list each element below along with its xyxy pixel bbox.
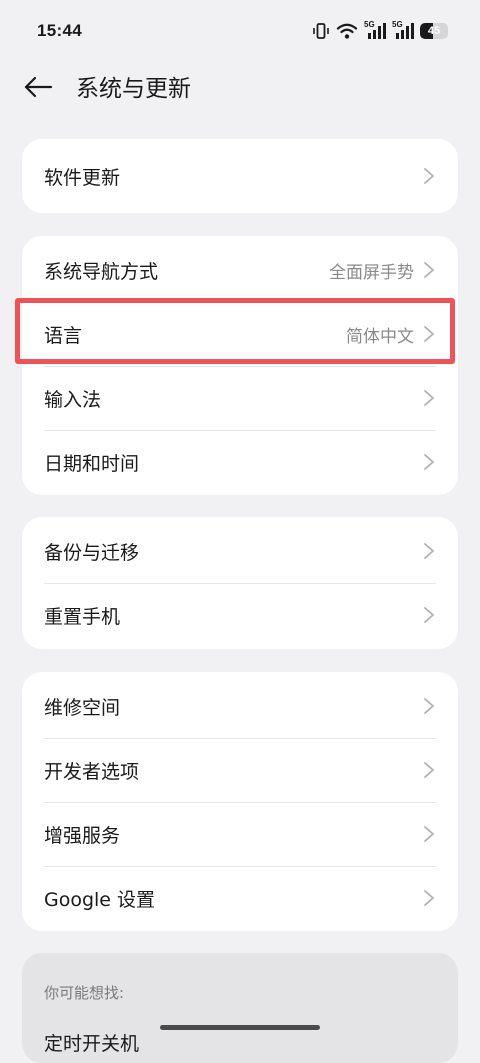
settings-group-backup: 备份与迁移 重置手机 xyxy=(22,517,458,649)
settings-item-label: 维修空间 xyxy=(44,696,121,719)
settings-item-reset-phone[interactable]: 重置手机 xyxy=(22,583,458,647)
chevron-right-icon xyxy=(422,761,436,779)
settings-item-label: 软件更新 xyxy=(44,166,121,189)
vibrate-icon xyxy=(312,22,330,40)
home-indicator[interactable] xyxy=(160,1025,320,1030)
wifi-icon xyxy=(336,22,358,40)
back-arrow-icon xyxy=(23,76,53,102)
chevron-right-icon xyxy=(422,167,436,185)
settings-item-language[interactable]: 语言 简体中文 xyxy=(22,302,458,366)
settings-item-repair-space[interactable]: 维修空间 xyxy=(22,674,458,738)
chevron-right-icon xyxy=(422,453,436,471)
suggestions-card: 你可能想找: 定时开关机 xyxy=(22,953,458,1063)
status-time: 15:44 xyxy=(37,21,82,40)
settings-item-backup-migration[interactable]: 备份与迁移 xyxy=(22,519,458,583)
settings-item-google-settings[interactable]: Google 设置 xyxy=(22,866,458,930)
battery-icon: 45 xyxy=(420,23,448,39)
status-icons: 5G 5G 45 xyxy=(312,20,448,40)
settings-item-value: 简体中文 xyxy=(346,326,414,347)
settings-item-label: Google 设置 xyxy=(44,888,156,911)
battery-level: 45 xyxy=(427,25,441,37)
chevron-right-icon xyxy=(422,697,436,715)
chevron-right-icon xyxy=(422,825,436,843)
settings-item-label: 备份与迁移 xyxy=(44,541,140,564)
settings-item-value: 全面屏手势 xyxy=(329,262,414,283)
settings-item-label: 系统导航方式 xyxy=(44,260,159,283)
chevron-right-icon xyxy=(422,261,436,279)
chevron-right-icon xyxy=(422,606,436,624)
settings-item-date-time[interactable]: 日期和时间 xyxy=(22,430,458,494)
settings-item-label: 语言 xyxy=(44,324,83,347)
settings-item-label: 增强服务 xyxy=(44,824,121,847)
chevron-right-icon xyxy=(422,542,436,560)
chevron-right-icon xyxy=(422,889,436,907)
settings-item-label: 开发者选项 xyxy=(44,760,140,783)
suggestion-item-scheduled-power[interactable]: 定时开关机 xyxy=(44,1029,139,1056)
settings-item-input-method[interactable]: 输入法 xyxy=(22,366,458,430)
chevron-right-icon xyxy=(422,389,436,407)
back-button[interactable] xyxy=(18,72,58,106)
settings-group-system: 系统导航方式 全面屏手势 语言 简体中文 输入法 日期和时间 xyxy=(22,236,458,495)
settings-item-label: 输入法 xyxy=(44,388,102,411)
settings-group-advanced: 维修空间 开发者选项 增强服务 Google 设置 xyxy=(22,672,458,931)
page-title: 系统与更新 xyxy=(76,76,191,102)
cellular-signal-icon-1: 5G xyxy=(364,20,386,40)
settings-group-software: 软件更新 xyxy=(22,139,458,213)
settings-item-software-update[interactable]: 软件更新 xyxy=(22,139,458,213)
suggestions-heading: 你可能想找: xyxy=(44,984,125,1002)
settings-item-label: 重置手机 xyxy=(44,605,121,628)
chevron-right-icon xyxy=(422,325,436,343)
settings-item-label: 日期和时间 xyxy=(44,452,140,475)
settings-item-developer-options[interactable]: 开发者选项 xyxy=(22,738,458,802)
cellular-signal-icon-2: 5G xyxy=(392,20,414,40)
settings-item-enhanced-services[interactable]: 增强服务 xyxy=(22,802,458,866)
settings-item-navigation[interactable]: 系统导航方式 全面屏手势 xyxy=(22,238,458,302)
app-header: 系统与更新 xyxy=(0,64,480,114)
status-bar: 15:44 5G 5G 45 xyxy=(0,0,480,64)
